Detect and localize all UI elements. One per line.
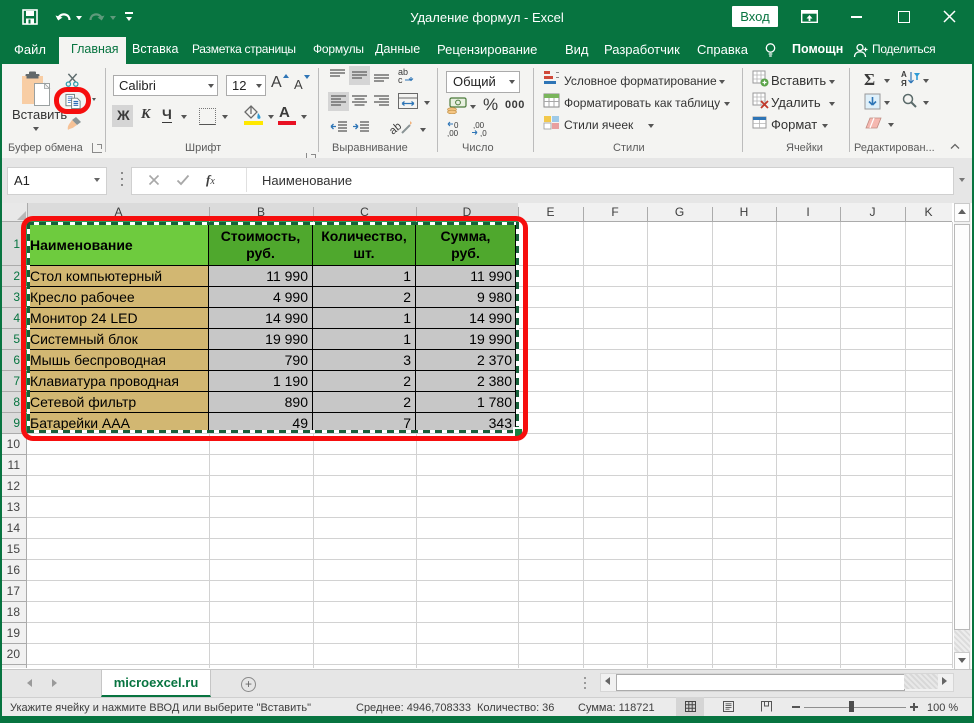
svg-text:c: c [398,75,403,84]
svg-text:,00: ,00 [447,129,459,137]
svg-text:ab: ab [390,120,404,137]
svg-text:А: А [901,70,907,79]
svg-text:Я: Я [901,79,907,88]
svg-text:,0: ,0 [480,129,487,137]
